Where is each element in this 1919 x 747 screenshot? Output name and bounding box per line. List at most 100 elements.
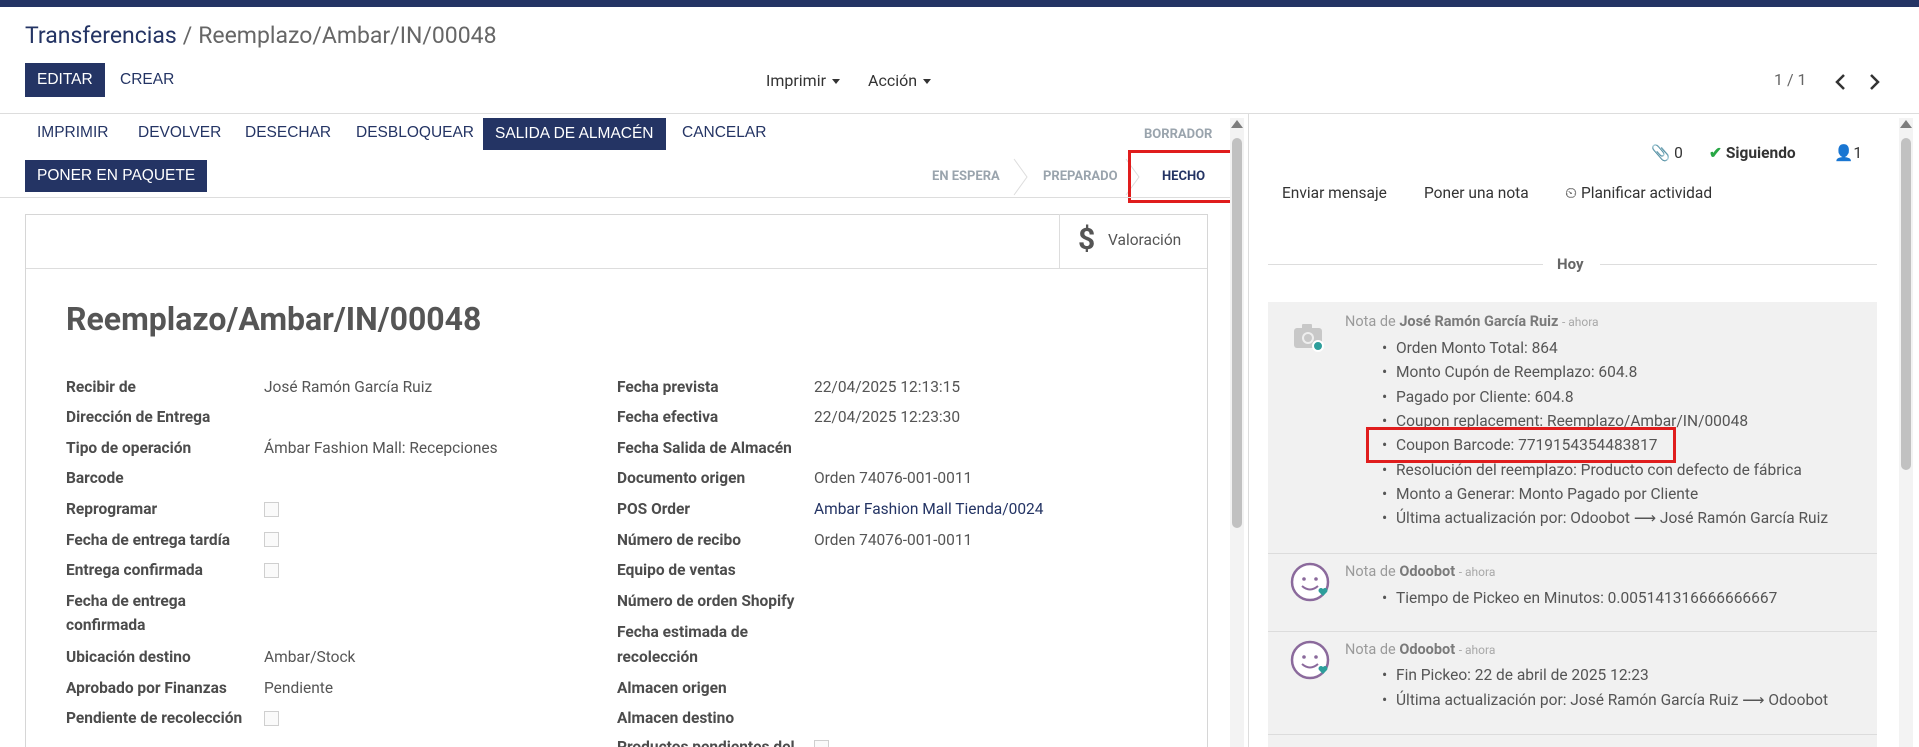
date-separator-line-left	[1268, 264, 1543, 265]
message-line: Monto a Generar: Monto Pagado por Client…	[1382, 485, 1698, 503]
field-value-receive-from[interactable]: José Ramón García Ruiz	[264, 378, 432, 396]
field-label-pending-products: Productos pendientes del	[617, 738, 795, 747]
field-label-barcode: Barcode	[66, 469, 124, 487]
scroll-up-icon[interactable]	[1900, 120, 1912, 128]
field-value-receipt-number[interactable]: Orden 74076-001-0011	[814, 531, 972, 549]
breadcrumb-current: Reemplazo/Ambar/IN/00048	[198, 22, 497, 49]
caret-down-icon	[923, 79, 932, 85]
field-label-estimated-pickup-line2: recolección	[617, 648, 698, 666]
form-scrollbar-thumb[interactable]	[1232, 138, 1242, 528]
clock-icon: ⏲	[1565, 184, 1578, 202]
date-separator-line-right	[1600, 264, 1877, 265]
breadcrumb: Transferencias / Reemplazo/Ambar/IN/00048	[25, 22, 497, 49]
control-panel-divider	[0, 113, 1919, 114]
field-value-source-document[interactable]: Orden 74076-001-0011	[814, 469, 972, 487]
check-icon: ✔	[1709, 144, 1722, 162]
field-value-finance-approved[interactable]: Pendiente	[264, 679, 333, 697]
send-message-button[interactable]: Enviar mensaje	[1282, 184, 1387, 202]
attachments-button[interactable]: 📎 0	[1651, 144, 1683, 162]
message-prefix: Nota de	[1345, 641, 1396, 658]
field-label-pos-order: POS Order	[617, 500, 691, 518]
message-time: - ahora	[1458, 643, 1496, 657]
message-line: Última actualización por: José Ramón Gar…	[1382, 691, 1828, 709]
print-dropdown-label: Imprimir	[766, 71, 827, 90]
odoobot-avatar	[1290, 640, 1332, 686]
chevron-left-icon[interactable]	[1834, 72, 1846, 96]
chatter-divider	[1248, 113, 1249, 747]
checkbox-pending-products[interactable]	[814, 740, 829, 747]
field-label-scheduled-date: Fecha prevista	[617, 378, 719, 396]
field-label-operation-type: Tipo de operación	[66, 439, 192, 457]
status-waiting: EN ESPERA	[932, 169, 1000, 184]
chatter-scrollbar-thumb[interactable]	[1901, 138, 1911, 470]
status-draft: BORRADOR	[1144, 127, 1213, 142]
follow-button[interactable]: ✔ Siguiendo	[1709, 144, 1796, 162]
action-dropdown[interactable]: Acción	[868, 71, 932, 90]
return-button[interactable]: DEVOLVER	[126, 116, 233, 150]
salida-almacen-button[interactable]: SALIDA DE ALMACÉN	[483, 118, 666, 150]
field-label-effective-date: Fecha efectiva	[617, 408, 719, 426]
message-prefix: Nota de	[1345, 313, 1396, 330]
followers-count: 1	[1853, 144, 1863, 162]
log-note-button[interactable]: Poner una nota	[1424, 184, 1529, 202]
print-action-button[interactable]: IMPRIMIR	[25, 116, 120, 150]
message-author[interactable]: José Ramón García Ruiz	[1399, 313, 1558, 330]
field-label-source-document: Documento origen	[617, 469, 746, 487]
create-button[interactable]: CREAR	[108, 63, 186, 97]
field-label-finance-approved: Aprobado por Finanzas	[66, 679, 227, 697]
checkbox-reschedule[interactable]	[264, 502, 279, 517]
field-value-pos-order-link[interactable]: Ambar Fashion Mall Tienda/0024	[814, 500, 1043, 518]
field-label-receipt-number: Número de recibo	[617, 531, 741, 549]
schedule-activity-button[interactable]: ⏲ Planificar actividad	[1565, 184, 1712, 203]
field-label-sales-team: Equipo de ventas	[617, 561, 736, 579]
field-label-receive-from: Recibir de	[66, 378, 136, 396]
record-title: Reemplazo/Ambar/IN/00048	[66, 300, 482, 338]
checkbox-late-delivery[interactable]	[264, 532, 279, 547]
field-value-destination-location[interactable]: Ambar/Stock	[264, 648, 355, 666]
camera-avatar-icon	[1290, 318, 1330, 358]
print-dropdown[interactable]: Imprimir	[766, 71, 841, 90]
message-separator	[1268, 553, 1877, 554]
field-value-operation-type[interactable]: Ámbar Fashion Mall: Recepciones	[264, 439, 498, 457]
paperclip-icon: 📎	[1651, 144, 1671, 162]
unlock-button[interactable]: DESBLOQUEAR	[344, 116, 486, 150]
checkbox-delivery-confirmed[interactable]	[264, 563, 279, 578]
field-label-shopify-order: Número de orden Shopify	[617, 592, 795, 610]
followers-button[interactable]: 👤1	[1834, 144, 1862, 162]
field-label-destination-location: Ubicación destino	[66, 648, 191, 666]
field-label-reschedule: Reprogramar	[66, 500, 158, 518]
message-author[interactable]: Odoobot	[1399, 641, 1455, 658]
field-label-estimated-pickup: Fecha estimada de	[617, 623, 748, 641]
scrap-button[interactable]: DESECHAR	[233, 116, 343, 150]
pager-value[interactable]: 1 / 1	[1774, 70, 1807, 89]
caret-down-icon	[832, 79, 841, 85]
message-line: Pagado por Cliente: 604.8	[1382, 388, 1574, 406]
scroll-up-icon[interactable]	[1231, 120, 1243, 128]
message-separator	[1268, 734, 1877, 735]
valuation-smart-button[interactable]: $ Valoración	[1060, 214, 1207, 268]
message-author[interactable]: Odoobot	[1399, 563, 1455, 580]
message-author-line: Nota de Odoobot - ahora	[1345, 563, 1495, 580]
highlight-box-status	[1128, 150, 1235, 203]
user-icon: 👤	[1834, 144, 1854, 162]
dollar-icon: $	[1078, 222, 1096, 257]
chevron-right-icon[interactable]	[1869, 72, 1881, 96]
message-time: - ahora	[1458, 565, 1496, 579]
cancel-button[interactable]: CANCELAR	[670, 116, 778, 150]
schedule-activity-label: Planificar actividad	[1580, 184, 1713, 202]
checkbox-pending-pickup[interactable]	[264, 711, 279, 726]
field-label-warehouse-exit-date: Fecha Salida de Almacén	[617, 439, 792, 457]
field-value-scheduled-date[interactable]: 22/04/2025 12:13:15	[814, 378, 960, 396]
field-value-effective-date[interactable]: 22/04/2025 12:23:30	[814, 408, 960, 426]
breadcrumb-parent-link[interactable]: Transferencias	[25, 22, 177, 49]
action-dropdown-label: Acción	[868, 71, 918, 90]
top-navbar	[0, 0, 1919, 7]
message-prefix: Nota de	[1345, 563, 1396, 580]
attachments-count: 0	[1674, 144, 1683, 162]
put-in-pack-button[interactable]: PONER EN PAQUETE	[25, 160, 208, 192]
edit-button[interactable]: EDITAR	[25, 63, 105, 97]
highlight-box-coupon-barcode	[1366, 427, 1676, 463]
message-author-line: Nota de Odoobot - ahora	[1345, 641, 1495, 658]
field-label-late-delivery: Fecha de entrega tardía	[66, 531, 231, 549]
message-line: Resolución del reemplazo: Producto con d…	[1382, 461, 1802, 479]
